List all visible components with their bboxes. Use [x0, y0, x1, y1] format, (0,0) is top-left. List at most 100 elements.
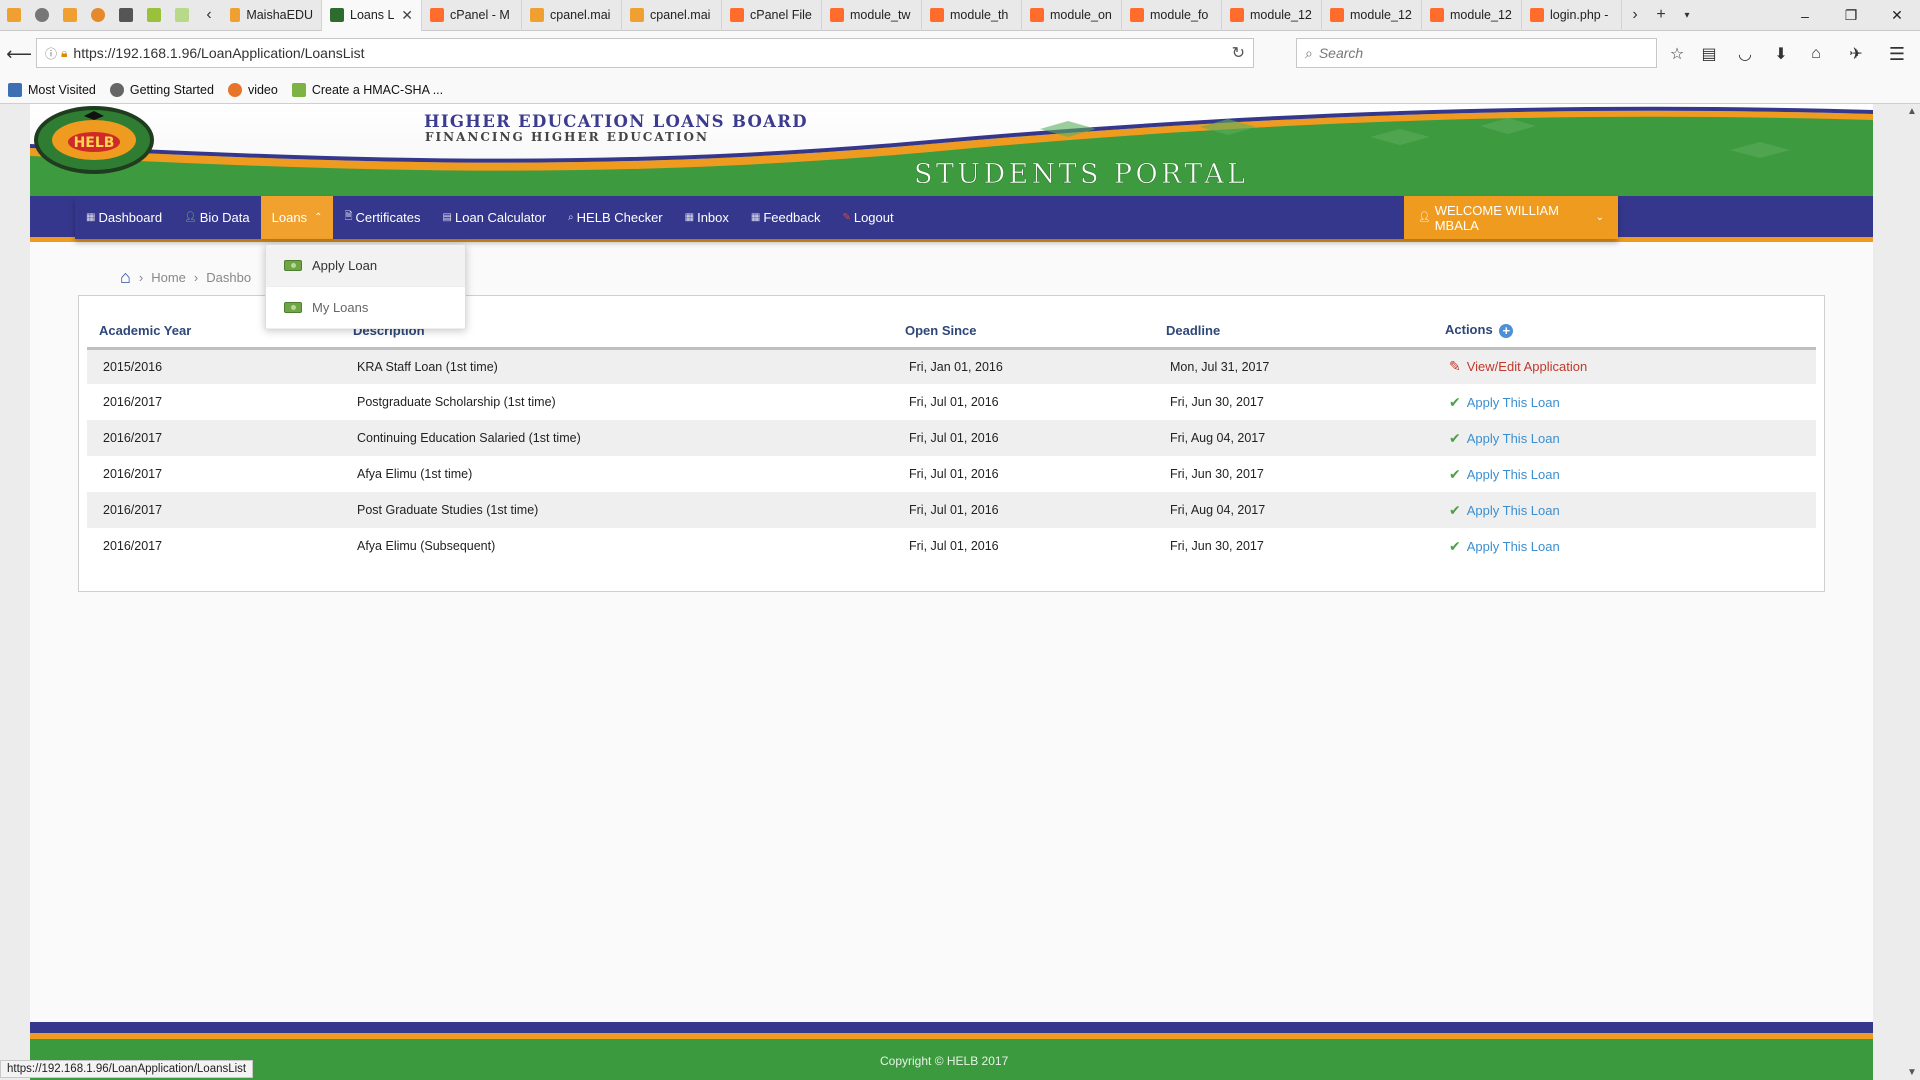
close-window-button[interactable]: ✕	[1874, 0, 1920, 31]
menu-item-inbox[interactable]: ▦ Inbox	[674, 196, 740, 239]
browser-tab[interactable]: module_12	[1322, 0, 1422, 31]
column-header-actions: Actions +	[1433, 314, 1816, 350]
extension-icon[interactable]: ✈	[1845, 43, 1867, 65]
bookmark-item[interactable]: Most Visited	[8, 83, 96, 97]
scroll-up-arrow-icon[interactable]: ▲	[1907, 106, 1917, 117]
bookmark-item[interactable]: video	[227, 83, 278, 97]
cell-open-since: Fri, Jul 01, 2016	[909, 539, 999, 553]
menu-item-label: Bio Data	[199, 210, 250, 225]
bookmark-label: Getting Started	[129, 83, 214, 97]
restore-button[interactable]: ❐	[1828, 0, 1874, 31]
table-row: 2016/2017 Afya Elimu (1st time) Fri, Jul 0…	[87, 456, 1816, 492]
back-arrow-icon: ⟵	[6, 43, 32, 64]
pinned-tab[interactable]	[84, 0, 112, 31]
tab-label: module_12	[1350, 8, 1412, 22]
breadcrumb-home[interactable]: Home	[151, 270, 186, 285]
browser-tab[interactable]: Loans L ✕	[322, 0, 422, 31]
scroll-tabs-left-button[interactable]: ‹	[196, 0, 222, 31]
menu-item-label: Feedback	[763, 210, 821, 225]
globe-icon	[35, 8, 49, 22]
menu-item-certificates[interactable]: 🗎︎ Certificates	[333, 196, 431, 239]
search-icon: ⌕	[1305, 44, 1313, 61]
grid-icon: ▦	[750, 212, 761, 223]
tab-label: module_fo	[1150, 8, 1209, 22]
download-icon[interactable]: ⬇	[1770, 43, 1792, 65]
tab-favicon-icon	[430, 8, 444, 22]
apply-loan-link[interactable]: ✔ Apply This Loan	[1449, 466, 1560, 483]
firefox-icon	[109, 83, 124, 97]
pinned-tab[interactable]	[56, 0, 84, 31]
browser-tab[interactable]: module_12	[1222, 0, 1322, 31]
site-header: HELB HIGHER EDUCATION LOANS BOARD FINANC…	[30, 104, 1873, 196]
bookmark-star-icon[interactable]: ☆	[1666, 43, 1688, 65]
home-icon[interactable]: ⌂	[120, 267, 131, 288]
cell-deadline: Mon, Jul 31, 2017	[1154, 348, 1433, 384]
dropdown-item-my-loans[interactable]: My Loans	[266, 287, 465, 329]
pinned-tab[interactable]	[168, 0, 196, 31]
browser-tab[interactable]: module_on	[1022, 0, 1122, 31]
home-icon[interactable]: ⌂	[1805, 43, 1827, 65]
scroll-down-arrow-icon[interactable]: ▼	[1907, 1067, 1917, 1078]
cell-open-since: Fri, Jul 01, 2016	[909, 467, 999, 481]
browser-tab[interactable]: module_12	[1422, 0, 1522, 31]
menu-item-logout[interactable]: ✎ Logout	[831, 196, 904, 239]
menu-item-dashboard[interactable]: ▦ Dashboard	[75, 196, 173, 239]
list-tabs-button[interactable]: ▾	[1674, 0, 1700, 31]
logo-text: HELB	[74, 135, 115, 151]
welcome-user-menu[interactable]: 👤︎ WELCOME WILLIAM MBALA ⌄	[1404, 196, 1618, 239]
tab-favicon-icon	[330, 8, 344, 22]
view-edit-application-link[interactable]: ✎ View/Edit Application	[1449, 358, 1587, 375]
tab-favicon-icon	[1330, 8, 1344, 22]
minimize-button[interactable]: –	[1782, 0, 1828, 31]
tab-favicon-icon	[230, 8, 241, 22]
image-icon	[119, 8, 133, 22]
tab-strip: MaishaEDU Loans L ✕ cPanel - M cpanel.mai cpa…	[222, 0, 1622, 31]
menu-item-bio-data[interactable]: 👤︎ Bio Data	[173, 196, 261, 239]
new-tab-button[interactable]: +	[1648, 0, 1674, 31]
dropdown-item-apply-loan[interactable]: Apply Loan	[266, 245, 465, 287]
bookmark-item[interactable]: Getting Started	[109, 83, 214, 97]
cell-open-since: Fri, Jul 01, 2016	[893, 492, 1154, 528]
pinned-tab[interactable]	[28, 0, 56, 31]
table-row: 2015/2016 KRA Staff Loan (1st time) Fri, J…	[87, 348, 1816, 384]
browser-tab[interactable]: login.php -	[1522, 0, 1622, 31]
apply-loan-link[interactable]: ✔ Apply This Loan	[1449, 430, 1560, 447]
browser-tab[interactable]: cPanel File	[722, 0, 822, 31]
checkmark-icon: ✔	[1449, 465, 1461, 482]
reload-icon[interactable]: ↻	[1232, 43, 1245, 63]
scroll-tabs-right-button[interactable]: ›	[1622, 0, 1648, 31]
bookmark-item[interactable]: Create a HMAC-SHA ...	[291, 83, 443, 97]
search-input[interactable]: ⌕ Search	[1296, 38, 1657, 68]
apply-loan-link[interactable]: ✔ Apply This Loan	[1449, 502, 1560, 519]
pinned-tab[interactable]	[0, 0, 28, 31]
browser-tab[interactable]: module_fo	[1122, 0, 1222, 31]
pinned-tab[interactable]	[112, 0, 140, 31]
add-plus-icon[interactable]: +	[1499, 324, 1514, 339]
browser-tab[interactable]: MaishaEDU	[222, 0, 322, 31]
checkmark-icon: ✔	[1449, 393, 1461, 410]
menu-item-loans[interactable]: Loans ⌃	[260, 196, 334, 239]
browser-tab[interactable]: cpanel.mai	[522, 0, 622, 31]
pinned-tab[interactable]	[140, 0, 168, 31]
loans-dropdown: Apply Loan My Loans	[265, 244, 466, 329]
back-button[interactable]: ⟵	[4, 39, 34, 69]
browser-tab[interactable]: cPanel - M	[422, 0, 522, 31]
tab-favicon-icon	[530, 8, 544, 22]
breadcrumb-current[interactable]: Dashbo	[206, 270, 251, 285]
cell-description: KRA Staff Loan (1st time)	[341, 348, 893, 384]
close-tab-icon[interactable]: ✕	[401, 7, 413, 24]
apply-loan-link[interactable]: ✔ Apply This Loan	[1449, 538, 1560, 555]
apply-loan-link[interactable]: ✔ Apply This Loan	[1449, 394, 1560, 411]
menu-item-loan-calculator[interactable]: ▤ Loan Calculator	[432, 196, 558, 239]
hamburger-menu-icon[interactable]: ☰	[1886, 43, 1908, 65]
pocket-icon[interactable]: ◡	[1734, 43, 1756, 65]
browser-tab[interactable]: module_th	[922, 0, 1022, 31]
browser-tab[interactable]: cpanel.mai	[622, 0, 722, 31]
url-bar[interactable]: ⓘ 🔒︎ https://192.168.1.96/LoanApplicatio…	[36, 38, 1254, 68]
vertical-scrollbar[interactable]: ▲ ▼	[1903, 104, 1920, 1080]
browser-tab[interactable]: module_tw	[822, 0, 922, 31]
menu-item-helb-checker[interactable]: ⌕ HELB Checker	[557, 196, 674, 239]
menu-item-feedback[interactable]: ▦ Feedback	[740, 196, 832, 239]
library-icon[interactable]: ▤	[1698, 43, 1720, 65]
tab-favicon-icon	[1230, 8, 1244, 22]
